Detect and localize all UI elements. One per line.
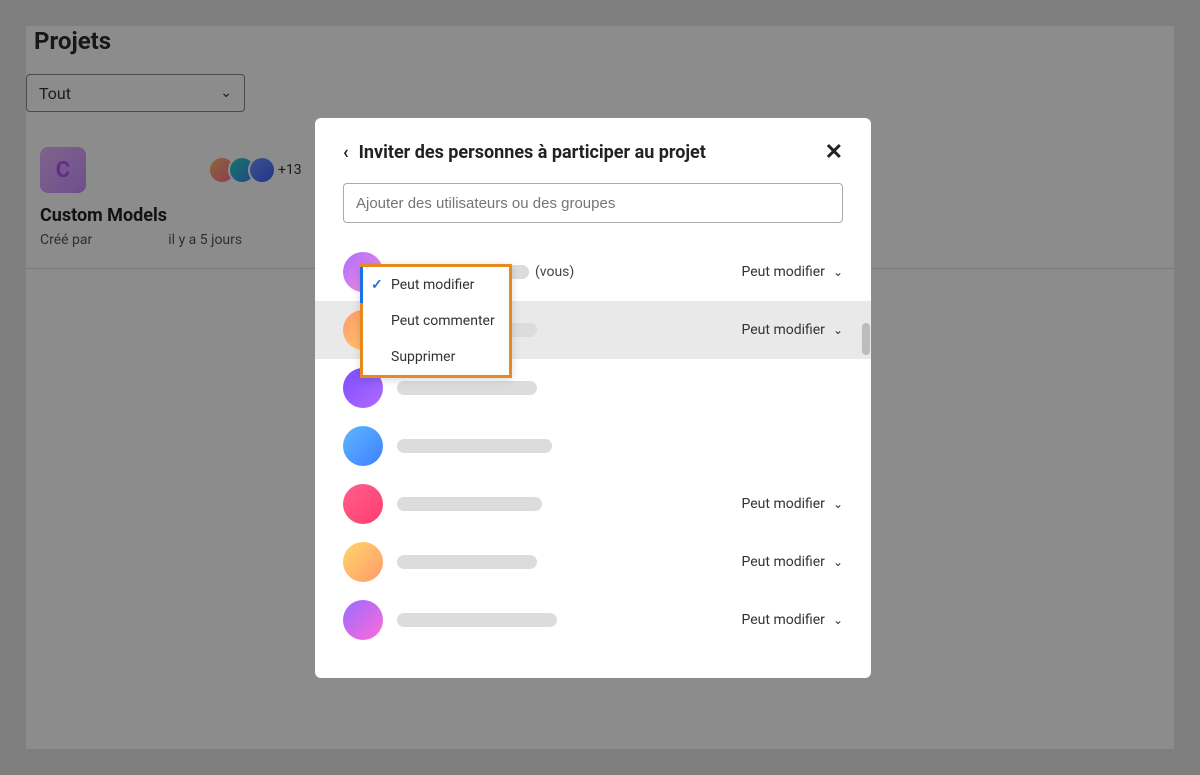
avatar	[343, 426, 383, 466]
you-suffix: (vous)	[535, 264, 574, 280]
redacted-name	[397, 439, 552, 453]
chevron-down-icon: ⌄	[833, 265, 843, 279]
user-row	[315, 417, 871, 475]
permission-label: Peut modifier	[742, 496, 825, 512]
user-name	[397, 381, 843, 395]
close-icon[interactable]: ✕	[825, 140, 843, 165]
add-users-input[interactable]	[343, 183, 843, 223]
permission-dropdown[interactable]: Peut modifier ⌄	[742, 496, 844, 512]
permission-menu-item[interactable]: Peut modifier	[360, 267, 509, 303]
redacted-name	[397, 381, 537, 395]
permission-dropdown[interactable]: Peut modifier ⌄	[742, 612, 844, 628]
user-name	[397, 439, 843, 453]
back-icon[interactable]: ‹	[343, 142, 349, 163]
user-name	[397, 497, 742, 511]
scrollbar-thumb[interactable]	[862, 323, 870, 355]
avatar	[343, 484, 383, 524]
permission-menu[interactable]: Peut modifierPeut commenterSupprimer	[360, 264, 512, 378]
redacted-name	[397, 497, 542, 511]
permission-label: Peut modifier	[742, 554, 825, 570]
avatar	[343, 600, 383, 640]
user-row: Peut modifier ⌄	[315, 533, 871, 591]
permission-dropdown[interactable]: Peut modifier ⌄	[742, 264, 844, 280]
permission-label: Peut modifier	[742, 264, 825, 280]
redacted-name	[397, 555, 537, 569]
user-row: Peut modifier ⌄	[315, 591, 871, 649]
modal-header: ‹ Inviter des personnes à participer au …	[315, 118, 871, 183]
chevron-down-icon: ⌄	[833, 613, 843, 627]
permission-menu-item[interactable]: Peut commenter	[363, 303, 509, 339]
scrollbar[interactable]	[861, 323, 871, 393]
permission-dropdown[interactable]: Peut modifier ⌄	[742, 322, 844, 338]
chevron-down-icon: ⌄	[833, 323, 843, 337]
permission-label: Peut modifier	[742, 322, 825, 338]
permission-menu-item[interactable]: Supprimer	[363, 339, 509, 375]
permission-dropdown[interactable]: Peut modifier ⌄	[742, 554, 844, 570]
user-row: Peut modifier ⌄	[315, 475, 871, 533]
chevron-down-icon: ⌄	[833, 497, 843, 511]
redacted-name	[397, 613, 557, 627]
permission-label: Peut modifier	[742, 612, 825, 628]
user-name	[397, 555, 742, 569]
modal-title: Inviter des personnes à participer au pr…	[359, 142, 706, 163]
invite-modal: ‹ Inviter des personnes à participer au …	[315, 118, 871, 678]
user-name	[397, 613, 742, 627]
avatar	[343, 542, 383, 582]
chevron-down-icon: ⌄	[833, 555, 843, 569]
